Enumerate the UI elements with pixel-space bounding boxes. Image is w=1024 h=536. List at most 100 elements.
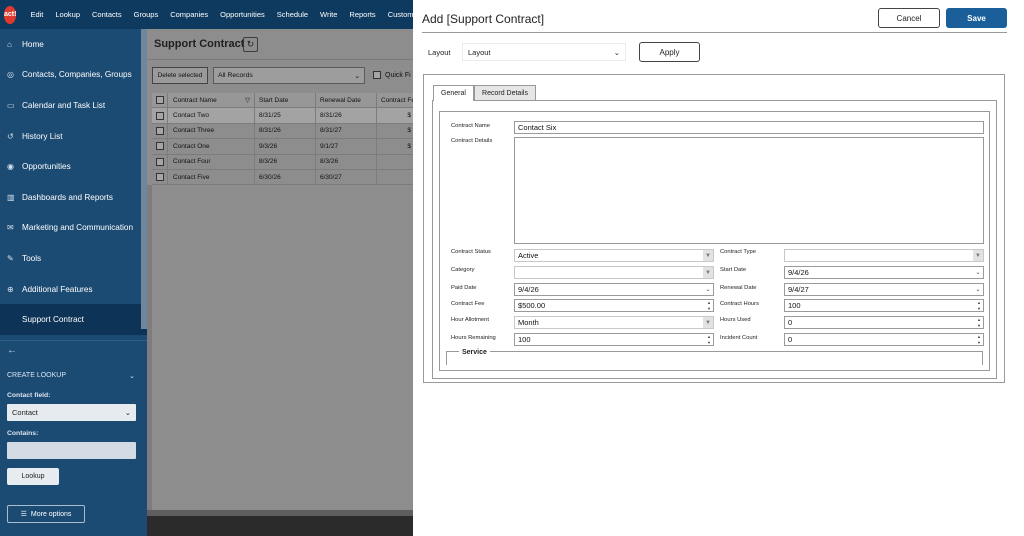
sidebar-item-additional-features[interactable]: ⊕ Additional Features xyxy=(0,274,147,305)
hour-allotment-value: Month xyxy=(518,318,539,327)
sidebar-item-label: Dashboards and Reports xyxy=(22,192,114,202)
menu-edit[interactable]: Edit xyxy=(24,10,49,19)
sliders-icon: ☰ xyxy=(20,511,27,518)
column-header[interactable]: Renewal Date xyxy=(315,93,376,108)
menu-lookup[interactable]: Lookup xyxy=(49,10,86,19)
row-checkbox[interactable] xyxy=(155,173,164,182)
contract-status-label: Contract Status xyxy=(451,249,491,255)
refresh-icon[interactable]: ↻ xyxy=(243,37,258,52)
row-checkbox[interactable] xyxy=(155,157,164,166)
cell-renewal-date: 8/31/27 xyxy=(315,123,376,139)
sidebar-item-label: Opportunities xyxy=(22,162,71,172)
spinner-icon[interactable]: ▲ ▼ xyxy=(975,334,983,345)
row-checkbox[interactable] xyxy=(155,126,164,135)
sidebar: ⌂ Home ◎ Contacts, Companies, Groups ▭ Cale… xyxy=(0,29,147,536)
sidebar-item-support-contract[interactable]: Support Contract xyxy=(0,304,147,335)
contract-name-input[interactable]: Contact Six xyxy=(514,121,984,134)
cell-renewal-date: 8/3/26 xyxy=(315,154,376,169)
start-date-picker[interactable]: 9/4/26 ⌄ xyxy=(784,266,984,279)
delete-selected-button[interactable]: Delete selected xyxy=(152,67,208,84)
sidebar-item-contacts[interactable]: ◎ Contacts, Companies, Groups xyxy=(0,60,147,91)
cell-start-date: 8/3/26 xyxy=(254,154,315,169)
column-header[interactable]: Start Date xyxy=(254,93,315,108)
spinner-icon[interactable]: ▲ ▼ xyxy=(705,300,713,311)
contact-field-select[interactable]: Contact ⌄ xyxy=(7,404,136,421)
sidebar-item-label: Calendar and Task List xyxy=(22,100,106,110)
table-row[interactable]: Contact One 9/3/26 9/1/27 $ xyxy=(152,139,413,155)
filter-icon[interactable]: ▽ xyxy=(245,96,250,104)
incident-count-value: 0 xyxy=(788,335,793,344)
table-row[interactable]: Contact Five 6/30/26 6/30/27 xyxy=(152,169,413,186)
act-logo[interactable]: act! xyxy=(4,5,17,24)
sidebar-item-marketing[interactable]: ✉ Marketing and Communication xyxy=(0,213,147,244)
renewal-date-label: Renewal Date xyxy=(720,285,757,291)
start-date-value: 9/4/26 xyxy=(788,268,809,277)
menu-write[interactable]: Write xyxy=(314,10,343,19)
list-vertical-scrollbar[interactable] xyxy=(147,185,152,510)
hours-remaining-label: Hours Remaining xyxy=(451,335,496,341)
hours-used-input[interactable]: 0 ▲ ▼ xyxy=(784,316,984,329)
sidebar-item-home[interactable]: ⌂ Home xyxy=(0,29,147,60)
table-row[interactable]: Contact Four 8/3/26 8/3/26 xyxy=(152,154,413,170)
top-menu: Edit Lookup Contacts Groups Companies Op… xyxy=(24,10,419,19)
chevron-down-icon: ⌄ xyxy=(705,287,711,293)
table-row[interactable]: Contact Two 8/31/25 8/31/26 $ xyxy=(152,108,413,124)
contract-hours-label: Contract Hours xyxy=(720,301,759,307)
sidebar-item-history[interactable]: ↺ History List xyxy=(0,121,147,152)
cell-start-date: 8/31/26 xyxy=(254,123,315,139)
list-view: Support Contract ↻ Delete selected All R… xyxy=(147,29,413,536)
paid-date-picker[interactable]: 9/4/26 ⌄ xyxy=(514,283,714,296)
menu-groups[interactable]: Groups xyxy=(128,10,165,19)
lookup-button[interactable]: Lookup xyxy=(7,468,59,485)
cell-name: Contact Five xyxy=(167,169,254,185)
tab-record-details[interactable]: Record Details xyxy=(474,85,536,100)
contract-fee-value: $500.00 xyxy=(518,301,546,310)
menu-reports[interactable]: Reports xyxy=(343,10,381,19)
menu-contacts[interactable]: Contacts xyxy=(86,10,128,19)
tab-general[interactable]: General xyxy=(433,85,474,101)
quick-filter-checkbox[interactable] xyxy=(373,71,381,79)
category-select[interactable]: ▼ xyxy=(514,266,714,279)
spinner-icon[interactable]: ▲ ▼ xyxy=(705,334,713,345)
save-button[interactable]: Save xyxy=(946,8,1007,28)
row-checkbox[interactable] xyxy=(155,111,164,120)
menu-schedule[interactable]: Schedule xyxy=(271,10,314,19)
page-title: Support Contract xyxy=(154,38,245,50)
row-checkbox[interactable] xyxy=(155,142,164,151)
sidebar-item-calendar[interactable]: ▭ Calendar and Task List xyxy=(0,90,147,121)
table-row[interactable]: Contact Three 8/31/26 8/31/27 $ xyxy=(152,123,413,140)
select-all-checkbox[interactable] xyxy=(155,96,164,105)
sidebar-item-opportunities[interactable]: ◉ Opportunities xyxy=(0,151,147,182)
more-options-button[interactable]: ☰ More options xyxy=(7,505,85,523)
table-header: Contract Name ▽ Start Date Renewal Date C… xyxy=(152,93,413,109)
renewal-date-picker[interactable]: 9/4/27 ⌄ xyxy=(784,283,984,296)
contract-status-select[interactable]: Active ▼ xyxy=(514,249,714,262)
contract-hours-input[interactable]: 100 ▲ ▼ xyxy=(784,299,984,312)
records-filter-select[interactable]: All Records ⌄ xyxy=(213,67,365,84)
column-header[interactable]: Contract Name ▽ xyxy=(167,93,254,108)
column-header[interactable]: Contract Fe xyxy=(376,93,413,108)
sidebar-item-label: Contacts, Companies, Groups xyxy=(22,70,132,80)
sidebar-item-tools[interactable]: ✎ Tools xyxy=(0,243,147,274)
create-lookup-header[interactable]: CREATE LOOKUP ⌄ xyxy=(7,372,135,380)
service-group xyxy=(446,351,983,365)
apply-button[interactable]: Apply xyxy=(639,42,700,62)
sidebar-item-dashboards[interactable]: ▥ Dashboards and Reports xyxy=(0,182,147,213)
spinner-icon[interactable]: ▲ ▼ xyxy=(975,300,983,311)
quick-filter-toggle[interactable]: Quick Fi xyxy=(373,71,411,79)
hours-remaining-input[interactable]: 100 ▲ ▼ xyxy=(514,333,714,346)
menu-companies[interactable]: Companies xyxy=(164,10,214,19)
back-arrow-icon[interactable]: ← xyxy=(7,345,17,356)
cell-name: Contact Four xyxy=(167,154,254,169)
contains-input[interactable] xyxy=(7,442,136,459)
dialog-divider xyxy=(422,32,1007,33)
contract-fee-input[interactable]: $500.00 ▲ ▼ xyxy=(514,299,714,312)
layout-select[interactable]: Layout ⌄ xyxy=(462,43,626,61)
hour-allotment-select[interactable]: Month ▼ xyxy=(514,316,714,329)
incident-count-input[interactable]: 0 ▲ ▼ xyxy=(784,333,984,346)
cancel-button[interactable]: Cancel xyxy=(878,8,940,28)
contract-type-select[interactable]: ▼ xyxy=(784,249,984,262)
spinner-icon[interactable]: ▲ ▼ xyxy=(975,317,983,328)
menu-opportunities[interactable]: Opportunities xyxy=(214,10,271,19)
contract-details-textarea[interactable] xyxy=(514,137,984,244)
